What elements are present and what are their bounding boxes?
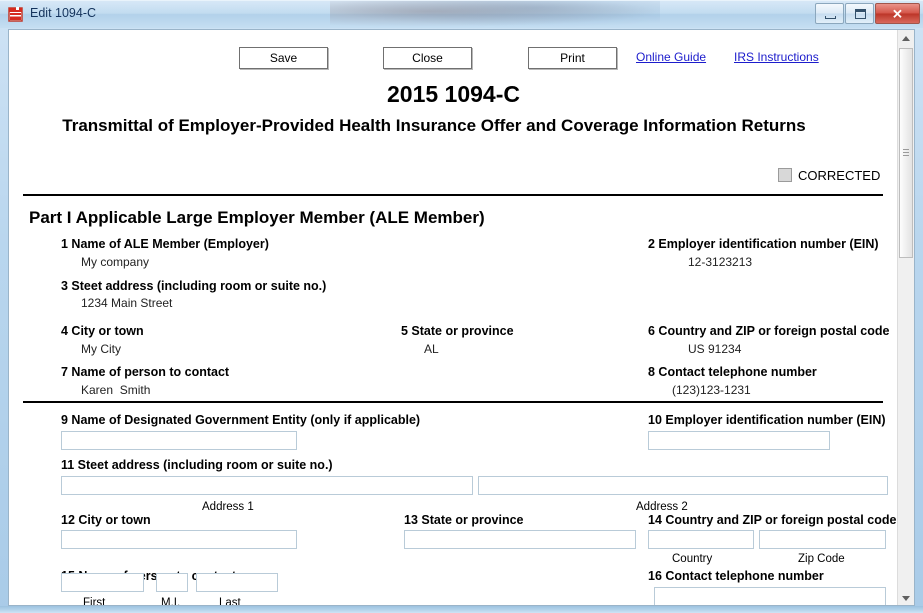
field-15-mi-input[interactable] (156, 573, 188, 592)
field-11-address1-sublabel: Address 1 (202, 501, 254, 513)
field-14-zip-sublabel: Zip Code (798, 553, 845, 565)
field-14-label: 14 Country and ZIP or foreign postal cod… (648, 513, 897, 527)
scrollbar-thumb[interactable] (899, 48, 913, 258)
field-13-label: 13 State or province (404, 513, 524, 527)
scrollbar-grip-icon (903, 149, 909, 157)
form-content: Save Close Print Online Guide IRS Instru… (9, 30, 898, 606)
window-bottom-edge (0, 606, 923, 613)
field-1-value: My company (81, 255, 150, 269)
field-3-value: 1234 Main Street (81, 296, 173, 310)
form-subtitle: Transmittal of Employer-Provided Health … (62, 116, 806, 135)
scroll-up-arrow-icon[interactable] (898, 30, 914, 47)
corrected-label: CORRECTED (798, 168, 881, 183)
minimize-icon (825, 16, 836, 19)
vertical-scrollbar[interactable] (897, 30, 914, 605)
field-10-label: 10 Employer identification number (EIN) (648, 413, 886, 427)
field-10-input[interactable] (648, 431, 830, 450)
field-2-label: 2 Employer identification number (EIN) (648, 237, 879, 251)
maximize-button[interactable] (845, 3, 874, 24)
field-15-last-sublabel: Last (219, 597, 241, 606)
save-button[interactable]: Save (239, 47, 328, 69)
field-3-label: 3 Steet address (including room or suite… (61, 279, 327, 293)
field-15-last-input[interactable] (196, 573, 278, 592)
field-15-mi-sublabel: M.I. (161, 597, 181, 606)
field-9-label: 9 Name of Designated Government Entity (… (61, 413, 421, 427)
field-2-value: 12-3123213 (688, 255, 753, 269)
field-15-first-input[interactable] (61, 573, 144, 592)
irs-instructions-link[interactable]: IRS Instructions (734, 50, 819, 64)
field-5-value: AL (424, 342, 439, 356)
client-area: Save Close Print Online Guide IRS Instru… (8, 29, 915, 606)
online-guide-link[interactable]: Online Guide (636, 50, 706, 64)
title-bar-glare (330, 1, 660, 27)
field-11-address2-sublabel: Address 2 (636, 501, 688, 513)
section-divider-middle (23, 401, 883, 403)
field-15-first-sublabel: First (83, 597, 106, 606)
field-14-zip-input[interactable] (759, 530, 886, 549)
field-16-label: 16 Contact telephone number (648, 569, 824, 583)
field-8-value: (123)123-1231 (672, 383, 751, 397)
field-1-label: 1 Name of ALE Member (Employer) (61, 237, 269, 251)
field-14-country-input[interactable] (648, 530, 754, 549)
field-11-address1-input[interactable] (61, 476, 473, 495)
close-button[interactable]: ✕ (875, 3, 920, 24)
scroll-down-arrow-icon[interactable] (898, 590, 914, 605)
field-11-label: 11 Steet address (including room or suit… (61, 458, 333, 472)
title-bar: Edit 1094-C ✕ (0, 0, 923, 28)
field-7-value: Karen Smith (81, 383, 151, 397)
close-form-button[interactable]: Close (383, 47, 472, 69)
section-divider-top (23, 194, 883, 196)
window-controls: ✕ (814, 3, 920, 24)
part-one-title: Part I Applicable Large Employer Member … (29, 208, 485, 227)
field-16-input[interactable] (654, 587, 886, 605)
corrected-checkbox[interactable] (778, 168, 792, 182)
field-8-label: 8 Contact telephone number (648, 365, 817, 379)
field-6-value: US 91234 (688, 342, 742, 356)
field-6-label: 6 Country and ZIP or foreign postal code (648, 324, 890, 338)
print-button[interactable]: Print (528, 47, 617, 69)
field-9-input[interactable] (61, 431, 297, 450)
field-12-label: 12 City or town (61, 513, 151, 527)
field-5-label: 5 State or province (401, 324, 514, 338)
application-window: Edit 1094-C ✕ Save Close Print Online Gu… (0, 0, 923, 613)
close-icon: ✕ (892, 6, 903, 21)
field-13-input[interactable] (404, 530, 636, 549)
maximize-icon (855, 9, 866, 19)
field-4-value: My City (81, 342, 121, 356)
field-11-address2-input[interactable] (478, 476, 888, 495)
field-4-label: 4 City or town (61, 324, 144, 338)
field-14-country-sublabel: Country (672, 553, 713, 565)
minimize-button[interactable] (815, 3, 844, 24)
field-12-input[interactable] (61, 530, 297, 549)
window-title: Edit 1094-C (30, 6, 97, 20)
field-7-label: 7 Name of person to contact (61, 365, 230, 379)
form-year-title: 2015 1094-C (387, 81, 520, 107)
form-document-icon (8, 7, 23, 22)
